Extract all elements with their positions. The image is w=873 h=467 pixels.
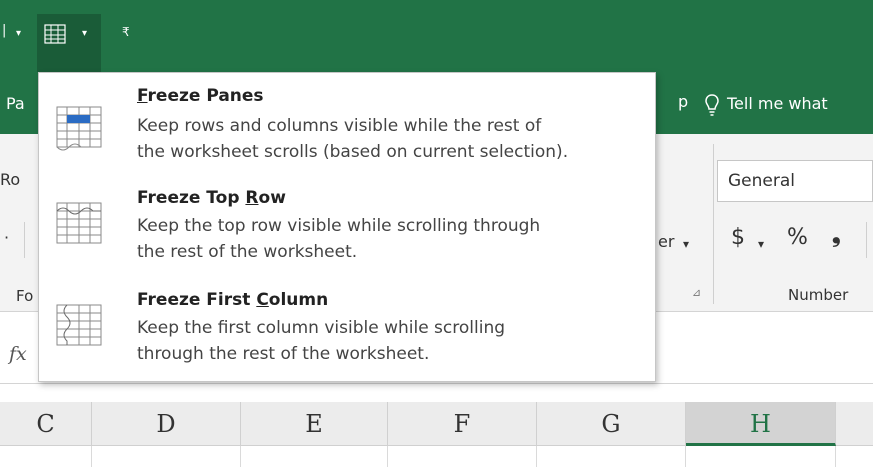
grid-line: [91, 446, 92, 467]
ribbon-divider: [866, 222, 867, 258]
menu-item-freeze-first-column[interactable]: Freeze First Column Keep the first colum…: [39, 285, 655, 381]
column-header-g[interactable]: G: [537, 402, 686, 446]
menu-item-title: Freeze First Column: [137, 290, 329, 310]
access-key: R: [245, 188, 259, 208]
menu-item-description: Keep the top row visible while scrolling…: [137, 216, 541, 236]
font-name-partial[interactable]: Ro: [0, 170, 20, 190]
grid-line: [387, 446, 388, 467]
qat-left-edge: |: [2, 23, 7, 38]
freeze-first-column-icon: [56, 304, 102, 346]
menu-item-description: the worksheet scrolls (based on current …: [137, 142, 569, 162]
grid-line: [685, 446, 686, 467]
freeze-panes-menu: Freeze Panes Keep rows and columns visib…: [38, 72, 656, 382]
menu-item-freeze-panes[interactable]: Freeze Panes Keep rows and columns visib…: [39, 81, 655, 181]
tell-me-search[interactable]: Tell me what: [727, 94, 828, 114]
worksheet-grid[interactable]: [0, 446, 873, 467]
tab-help-partial[interactable]: p: [678, 92, 688, 112]
merge-dropdown-arrow[interactable]: ▾: [683, 234, 689, 254]
number-format-select[interactable]: General: [717, 160, 873, 202]
customize-qat-button[interactable]: ₹: [122, 25, 130, 39]
font-group-label-partial: Fo: [16, 287, 34, 305]
menu-item-description: Keep rows and columns visible while the …: [137, 116, 542, 136]
column-header-c[interactable]: C: [0, 402, 92, 446]
freeze-panes-dropdown-arrow[interactable]: ▾: [82, 27, 87, 41]
font-dropdown-partial[interactable]: ·: [4, 228, 9, 248]
freeze-panes-icon: [44, 24, 66, 44]
accounting-format-button[interactable]: $: [731, 227, 745, 249]
freeze-top-row-icon: [56, 202, 102, 244]
accounting-format-dropdown[interactable]: ▾: [758, 234, 764, 254]
grid-line: [835, 446, 836, 467]
ribbon-group-divider: [713, 144, 714, 304]
quick-access-toolbar: [0, 0, 873, 72]
column-header-d[interactable]: D: [92, 402, 241, 446]
menu-item-title: Freeze Panes: [137, 86, 264, 106]
menu-item-description: Keep the first column visible while scro…: [137, 318, 506, 338]
column-header-h[interactable]: H: [686, 402, 836, 446]
access-key: C: [256, 290, 269, 310]
column-header-f[interactable]: F: [388, 402, 537, 446]
percent-style-button[interactable]: %: [787, 227, 808, 249]
number-format-value: General: [728, 171, 795, 191]
tab-page-layout-partial[interactable]: Pa: [6, 94, 25, 114]
grid-line: [240, 446, 241, 467]
lightbulb-icon: [705, 94, 719, 116]
comma-style-button[interactable]: ❟: [832, 225, 841, 247]
number-group-label: Number: [788, 286, 849, 304]
menu-item-description: through the rest of the worksheet.: [137, 344, 430, 364]
menu-item-freeze-top-row[interactable]: Freeze Top Row Keep the top row visible …: [39, 183, 655, 281]
menu-item-title: Freeze Top Row: [137, 188, 286, 208]
freeze-panes-icon: [56, 106, 102, 151]
access-key: F: [137, 86, 148, 106]
column-header-e[interactable]: E: [241, 402, 388, 446]
alignment-dialog-launcher[interactable]: ⊿: [692, 286, 701, 299]
ribbon-divider: [24, 222, 25, 258]
menu-item-description: the rest of the worksheet.: [137, 242, 358, 262]
qat-undo-dropdown-arrow[interactable]: ▾: [16, 27, 21, 41]
wrap-text-partial[interactable]: er: [658, 232, 674, 252]
insert-function-button[interactable]: fx: [9, 343, 27, 365]
grid-line: [536, 446, 537, 467]
